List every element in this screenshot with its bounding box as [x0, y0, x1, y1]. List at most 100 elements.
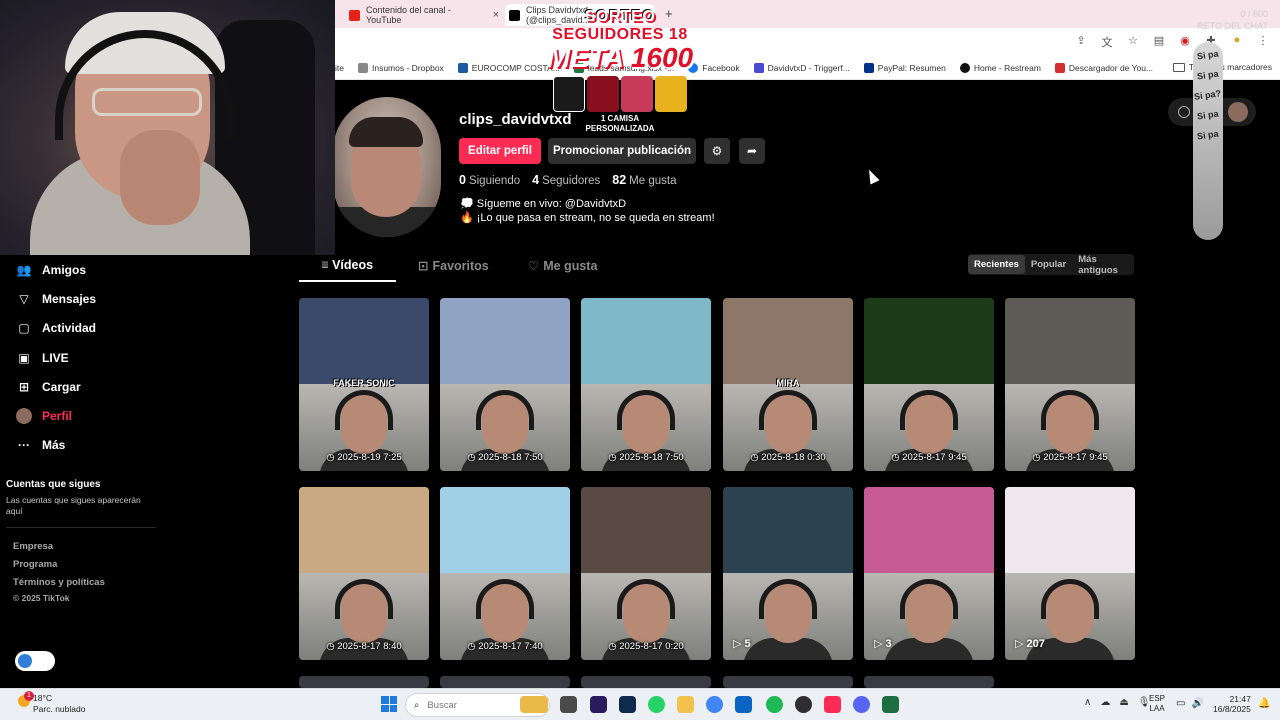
video-card[interactable]	[299, 676, 429, 688]
video-card[interactable]: ◷ 2025-8-17 9:45	[864, 298, 994, 471]
bookmark-item[interactable]: ite	[335, 63, 344, 73]
video-card[interactable]	[723, 676, 853, 688]
footer-link-programa[interactable]: Programa	[13, 559, 57, 570]
footer-link-empresa[interactable]: Empresa	[13, 541, 53, 552]
stat-label: Siguiendo	[468, 175, 521, 187]
obs-icon[interactable]	[795, 696, 812, 713]
clock[interactable]: 21:47 16/8/2025	[1213, 694, 1251, 714]
language-indicator[interactable]: ESP LAA	[1149, 694, 1165, 714]
translate-icon[interactable]: 文	[1100, 34, 1114, 50]
video-card[interactable]: ▷ 207	[1005, 487, 1135, 660]
stat-followers[interactable]: 4 Seguidores	[532, 173, 600, 187]
cloud-icon[interactable]: ☁	[1100, 697, 1110, 708]
tab-favoritos[interactable]: ⊡ Favoritos	[418, 258, 489, 274]
thumbnail-figure	[335, 390, 393, 430]
sort-popular[interactable]: Popular	[1025, 255, 1072, 274]
folder-icon[interactable]	[677, 696, 694, 713]
whatsapp-icon[interactable]	[648, 696, 665, 713]
bookmark-item[interactable]: Descargador de You...	[1054, 62, 1153, 73]
sidebar-item-perfil[interactable]: Perfil	[0, 401, 160, 430]
bookmark-item[interactable]: DavidvtxD - Triggerf...	[753, 62, 850, 73]
video-thumbnail-top	[440, 487, 570, 573]
chrome-icon[interactable]	[706, 696, 723, 713]
video-card[interactable]	[864, 676, 994, 688]
search-input[interactable]	[427, 699, 508, 711]
bookmark-item[interactable]: Facebook	[688, 62, 740, 73]
sidebar-item-cargar[interactable]: ⊞ Cargar	[0, 372, 160, 401]
video-card[interactable]: MIRA ◷ 2025-8-18 0:30	[723, 298, 853, 471]
video-card[interactable]: ◷ 2025-8-18 7:50	[440, 298, 570, 471]
sidebar-item-actividad[interactable]: ▢ Actividad	[0, 314, 160, 343]
coins-icon[interactable]	[1178, 106, 1190, 118]
bookmark-label: PayPal: Resumen	[877, 62, 946, 73]
profile-avatar[interactable]	[333, 97, 441, 237]
video-thumbnail-top	[299, 487, 429, 573]
tiktok-icon[interactable]	[824, 696, 841, 713]
opera-icon[interactable]: ◉	[1178, 34, 1192, 50]
video-card[interactable]: ▷ 5	[723, 487, 853, 660]
giveaway-prize-line: PERSONALIZADA	[585, 124, 655, 133]
bookmark-item[interactable]: PayPal: Resumen	[863, 62, 946, 73]
video-card[interactable]	[581, 676, 711, 688]
sort-recientes[interactable]: Recientes	[968, 255, 1025, 274]
avatar[interactable]	[1228, 102, 1248, 122]
video-card[interactable]: ◷ 2025-8-17 0:20	[581, 487, 711, 660]
giveaway-prize-line: 1 CAMISA	[600, 114, 640, 123]
photoshop-icon[interactable]	[619, 696, 636, 713]
windows-logo-icon	[381, 696, 389, 704]
video-card[interactable]: ◷ 2025-8-18 7:50	[581, 298, 711, 471]
star-icon[interactable]: ☆	[1126, 34, 1140, 50]
sidebar-item-mas[interactable]: ··· Más	[0, 431, 160, 460]
chevron-up-icon[interactable]: ∧	[1084, 697, 1091, 708]
spotify-icon[interactable]	[766, 696, 783, 713]
sidebar-item-mensajes[interactable]: ▽ Mensajes	[0, 284, 160, 313]
outlook-icon[interactable]	[735, 696, 752, 713]
sort-mas-antiguos[interactable]: Más antiguos	[1072, 254, 1134, 276]
sidebar-item-live[interactable]: ▣ LIVE	[0, 343, 160, 372]
edit-profile-button[interactable]: Editar perfil	[459, 138, 541, 164]
widgets-icon[interactable]	[520, 696, 548, 713]
video-overlay-text: FAKER SONIC	[333, 378, 395, 388]
extension-icon[interactable]: ▤	[1152, 34, 1166, 50]
video-card[interactable]: ◷ 2025-8-17 8:40	[299, 487, 429, 660]
sidebar-item-label: Perfil	[42, 409, 73, 424]
bookmark-item[interactable]: Home - Restream	[959, 62, 1041, 73]
video-card[interactable]: ◷ 2025-8-17 7:40	[440, 487, 570, 660]
install-icon[interactable]: ⇪	[1074, 34, 1088, 50]
messages-icon: ▽	[19, 291, 29, 306]
language-code: ESP	[1149, 694, 1166, 703]
video-card[interactable]: FAKER SONIC ◷ 2025-8-19 7:25	[299, 298, 429, 471]
profile-bio-line: 🔥 ¡Lo que pasa en stream, no se queda en…	[460, 212, 715, 224]
tab-me-gusta[interactable]: ♡ Me gusta	[528, 258, 598, 274]
copyright: © 2025 TikTok	[13, 593, 70, 603]
footer-link-terminos[interactable]: Términos y políticas	[13, 577, 105, 588]
excel-icon[interactable]	[882, 696, 899, 713]
usb-icon[interactable]: ⏏	[1119, 697, 1128, 708]
tab-youtube[interactable]: Contenido del canal - YouTube ×	[349, 4, 499, 26]
share-button[interactable]: ➦	[739, 138, 765, 164]
clock-time: 21:47	[1229, 694, 1251, 704]
stat-following[interactable]: 0 Siguiendo	[459, 173, 520, 187]
file-manager-icon[interactable]	[560, 696, 577, 713]
close-icon[interactable]: ×	[493, 9, 499, 21]
toolbar-icons: ⇪ 文 ☆ ▤ ◉ ✚ ● ⋮	[1074, 34, 1270, 50]
tab-label: Me gusta	[543, 258, 598, 273]
bookmark-item[interactable]: Insumos - Dropbox	[357, 62, 444, 73]
sidebar-item-amigos[interactable]: 👥 Amigos	[0, 255, 160, 284]
premiere-icon[interactable]	[590, 696, 607, 713]
theme-toggle[interactable]	[15, 651, 55, 671]
bell-icon[interactable]: 🔔	[1258, 698, 1270, 709]
volume-icon[interactable]: 🔊	[1191, 698, 1203, 709]
discord-icon[interactable]	[853, 696, 870, 713]
menu-icon[interactable]: ⋮	[1256, 34, 1270, 50]
video-card[interactable]	[440, 676, 570, 688]
profile-icon[interactable]: ●	[1230, 34, 1244, 50]
monitor-icon[interactable]: ▭	[1176, 698, 1185, 709]
video-card[interactable]: ◷ 2025-8-17 9:45	[1005, 298, 1135, 471]
video-thumbnail-top	[723, 487, 853, 573]
tab-videos[interactable]: ⦙⦙⦙ Vídeos	[322, 258, 373, 272]
video-card[interactable]: ▷ 3	[864, 487, 994, 660]
start-button[interactable]	[381, 696, 397, 712]
stat-value: 0	[459, 173, 466, 187]
settings-button[interactable]: ⚙	[704, 138, 730, 164]
